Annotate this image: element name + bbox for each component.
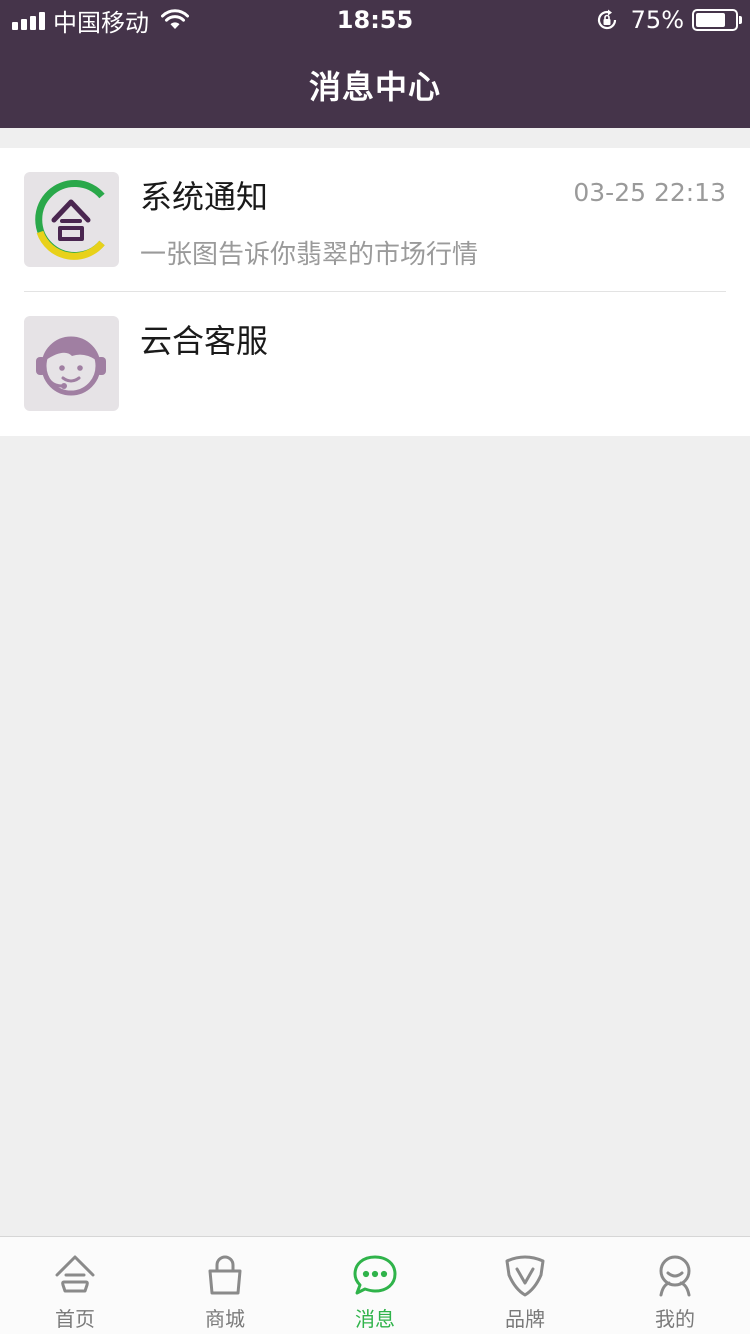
bag-icon — [208, 1255, 242, 1295]
tab-bar: 首页 商城 消息 品牌 我的 — [0, 1236, 750, 1334]
home-icon — [55, 1255, 95, 1293]
tab-mall[interactable]: 商城 — [150, 1237, 300, 1334]
customer-service-icon — [24, 316, 119, 411]
message-item-system-notice[interactable]: 系统通知 03-25 22:13 一张图告诉你翡翠的市场行情 — [0, 148, 750, 292]
status-bar: 中国移动 18:55 75% — [0, 0, 750, 40]
profile-icon — [659, 1255, 691, 1297]
message-time: 03-25 22:13 — [573, 178, 726, 207]
battery-icon — [692, 9, 742, 31]
tab-label: 品牌 — [505, 1307, 545, 1331]
message-item-customer-service[interactable]: 云合客服 — [0, 292, 750, 436]
tab-profile[interactable]: 我的 — [600, 1237, 750, 1334]
rotation-lock-icon — [597, 9, 616, 30]
brand-icon — [505, 1255, 545, 1297]
top-bar: 中国移动 18:55 75% 消息中心 — [0, 0, 750, 128]
tab-label: 首页 — [55, 1307, 95, 1331]
status-right: 75% — [595, 6, 742, 34]
battery-percent: 75% — [630, 6, 684, 34]
page-title: 消息中心 — [308, 68, 441, 106]
message-title: 系统通知 — [140, 178, 269, 216]
tab-label: 消息 — [355, 1307, 395, 1331]
tab-brand[interactable]: 品牌 — [450, 1237, 600, 1334]
battery-fill — [696, 13, 725, 27]
tab-home[interactable]: 首页 — [0, 1237, 150, 1334]
message-preview: 一张图告诉你翡翠的市场行情 — [140, 240, 479, 270]
message-title: 云合客服 — [140, 322, 269, 360]
chat-icon — [353, 1255, 397, 1295]
tab-label: 商城 — [205, 1307, 245, 1331]
tab-label: 我的 — [655, 1307, 695, 1331]
app-logo-icon — [24, 172, 119, 267]
tab-messages[interactable]: 消息 — [300, 1237, 450, 1334]
message-list: 系统通知 03-25 22:13 一张图告诉你翡翠的市场行情 云合客服 — [0, 148, 750, 436]
